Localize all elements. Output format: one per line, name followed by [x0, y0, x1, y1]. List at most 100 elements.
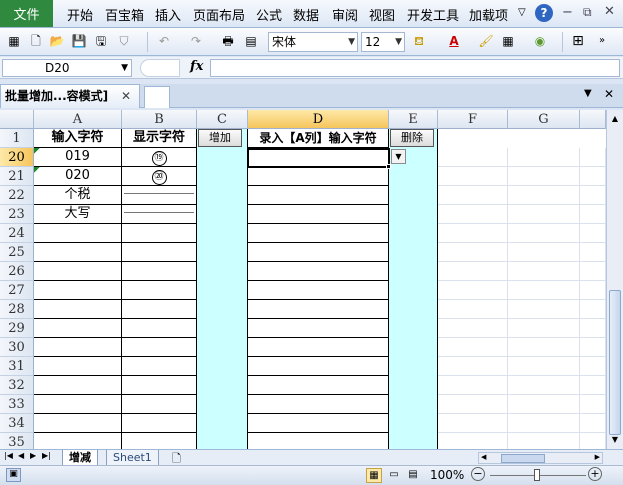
- empty-cell[interactable]: [580, 376, 606, 395]
- table-cell[interactable]: [248, 167, 389, 186]
- table-cell[interactable]: [122, 338, 197, 357]
- validation-dropdown-button[interactable]: ▼: [391, 149, 406, 164]
- table-cell[interactable]: [248, 433, 389, 449]
- table-cell[interactable]: [34, 433, 122, 449]
- zoom-level[interactable]: 100%: [430, 468, 464, 482]
- empty-cell[interactable]: [508, 319, 580, 338]
- scroll-up-button[interactable]: ▲: [608, 111, 622, 126]
- tab-developer[interactable]: 开发工具: [407, 5, 459, 24]
- table-cell[interactable]: [34, 281, 122, 300]
- row-header[interactable]: 34: [0, 414, 34, 433]
- empty-cell[interactable]: [580, 300, 606, 319]
- font-color-icon[interactable]: A: [446, 33, 462, 49]
- table-cell[interactable]: [248, 357, 389, 376]
- help-icon[interactable]: ?: [535, 4, 553, 22]
- empty-cell[interactable]: [580, 262, 606, 281]
- row-header[interactable]: 27: [0, 281, 34, 300]
- row-header-1[interactable]: 1: [0, 129, 34, 148]
- table-cell[interactable]: [122, 376, 197, 395]
- table-cell[interactable]: [248, 262, 389, 281]
- scroll-right-button[interactable]: ▶: [595, 453, 600, 461]
- zoom-in-icon[interactable]: +: [588, 467, 602, 481]
- row-header[interactable]: 32: [0, 376, 34, 395]
- zoom-slider-thumb[interactable]: [534, 469, 540, 481]
- table-cell[interactable]: [248, 319, 389, 338]
- table-cell[interactable]: [248, 243, 389, 262]
- table-cell[interactable]: [197, 395, 248, 414]
- table-cell[interactable]: [389, 186, 438, 205]
- empty-cell[interactable]: [580, 148, 606, 167]
- table-cell[interactable]: [197, 186, 248, 205]
- chevron-down-icon[interactable]: ▼: [348, 33, 355, 51]
- empty-cell[interactable]: [580, 357, 606, 376]
- select-all-corner[interactable]: [0, 110, 34, 129]
- empty-cell[interactable]: [508, 338, 580, 357]
- normal-view-icon[interactable]: ▦: [366, 468, 382, 483]
- empty-cell[interactable]: [508, 433, 580, 449]
- table-cell[interactable]: [248, 338, 389, 357]
- add-button[interactable]: 增加: [198, 129, 242, 147]
- row-header[interactable]: 20: [0, 148, 34, 167]
- table-cell[interactable]: [389, 376, 438, 395]
- table-cell[interactable]: [122, 357, 197, 376]
- horizontal-scrollbar[interactable]: ◀ ▶: [478, 452, 603, 464]
- table-cell[interactable]: [122, 395, 197, 414]
- table-cell[interactable]: [34, 224, 122, 243]
- row-header[interactable]: 26: [0, 262, 34, 281]
- row-header[interactable]: 21: [0, 167, 34, 186]
- tab-addins[interactable]: 加载项: [469, 5, 508, 24]
- table-cell[interactable]: [248, 414, 389, 433]
- first-sheet-icon[interactable]: |◀: [4, 451, 13, 460]
- close-icon[interactable]: ✕: [604, 4, 615, 19]
- table-cell[interactable]: 019: [34, 148, 122, 167]
- empty-cell[interactable]: [438, 148, 508, 167]
- empty-cell[interactable]: [438, 376, 508, 395]
- tab-home[interactable]: 开始: [67, 5, 93, 24]
- table-cell[interactable]: [389, 167, 438, 186]
- table-cell[interactable]: [197, 433, 248, 449]
- empty-cell[interactable]: [580, 433, 606, 449]
- column-header-g[interactable]: G: [508, 110, 580, 129]
- tab-data[interactable]: 数据: [293, 5, 319, 24]
- table-cell[interactable]: [389, 300, 438, 319]
- table-cell[interactable]: [248, 300, 389, 319]
- table-cell[interactable]: [389, 414, 438, 433]
- redo-icon[interactable]: ↷: [188, 33, 204, 49]
- sheet-tab-active[interactable]: 增减: [62, 450, 98, 466]
- table-cell[interactable]: [389, 243, 438, 262]
- table-cell[interactable]: [34, 300, 122, 319]
- table-cell[interactable]: 020: [34, 167, 122, 186]
- selected-cell-d20[interactable]: [247, 148, 390, 168]
- empty-cell[interactable]: [438, 262, 508, 281]
- empty-cell[interactable]: [508, 262, 580, 281]
- empty-cell[interactable]: [580, 243, 606, 262]
- undo-icon[interactable]: ↶: [156, 33, 172, 49]
- table-cell[interactable]: 大写: [34, 205, 122, 224]
- empty-cell[interactable]: [438, 224, 508, 243]
- chevron-down-icon[interactable]: ▼: [584, 88, 592, 99]
- toolbar-menu-icon[interactable]: ▦: [6, 33, 22, 49]
- empty-cell[interactable]: [508, 281, 580, 300]
- scroll-down-button[interactable]: ▼: [608, 432, 622, 447]
- header-cell-input[interactable]: 输入字符: [34, 129, 122, 148]
- table-cell[interactable]: [122, 414, 197, 433]
- header-cell-entry[interactable]: 录入【A列】输入字符: [248, 129, 389, 148]
- delete-button[interactable]: 删除: [390, 129, 434, 147]
- sheet-tab-sheet1[interactable]: Sheet1: [106, 450, 159, 466]
- table-cell[interactable]: [248, 186, 389, 205]
- fill-handle[interactable]: [386, 164, 391, 169]
- empty-cell[interactable]: [508, 300, 580, 319]
- tab-formulas[interactable]: 公式: [256, 5, 282, 24]
- row-header[interactable]: 31: [0, 357, 34, 376]
- empty-cell[interactable]: [438, 281, 508, 300]
- print-preview-icon[interactable]: 🖶: [220, 33, 236, 49]
- table-cell[interactable]: [248, 205, 389, 224]
- table-cell[interactable]: [197, 414, 248, 433]
- spelling-icon[interactable]: ▤: [243, 33, 259, 49]
- scroll-left-button[interactable]: ◀: [481, 453, 486, 461]
- file-tab[interactable]: 文件: [0, 0, 53, 27]
- empty-cell[interactable]: [438, 243, 508, 262]
- table-cell[interactable]: [197, 262, 248, 281]
- column-header-e[interactable]: E: [389, 110, 438, 129]
- zoom-slider[interactable]: [490, 469, 586, 481]
